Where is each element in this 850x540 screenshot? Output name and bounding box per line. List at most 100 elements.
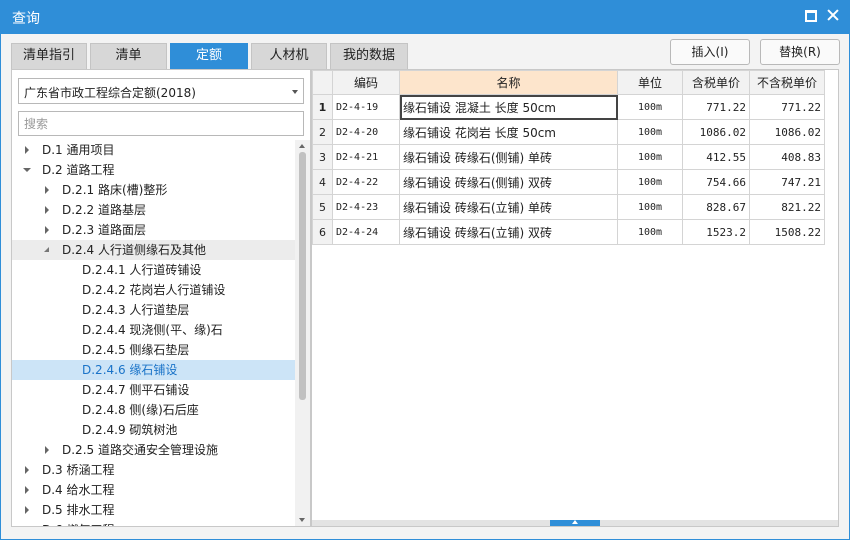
quota-code-cell[interactable]: D2-4-22	[332, 169, 400, 195]
tax-price-cell[interactable]: 828.67	[682, 194, 750, 220]
expand-arrow-icon[interactable]	[22, 500, 32, 520]
unit-cell[interactable]: 100m	[617, 169, 683, 195]
tree-item[interactable]: D.2.1 路床(槽)整形	[12, 180, 295, 200]
notax-price-cell[interactable]: 1086.02	[749, 119, 825, 145]
tree-item[interactable]: D.2.4.2 花岗岩人行道铺设	[12, 280, 295, 300]
expand-arrow-icon[interactable]	[42, 440, 52, 460]
tab-my-data[interactable]: 我的数据	[330, 43, 408, 69]
tree-item[interactable]: D.2.2 道路基层	[12, 200, 295, 220]
tree-item[interactable]: D.2.4.6 缘石铺设	[12, 360, 295, 380]
tree-item[interactable]: D.2.4.7 侧平石铺设	[12, 380, 295, 400]
tree-item[interactable]: D.2.4.8 侧(缘)石后座	[12, 400, 295, 420]
expand-arrow-icon[interactable]	[22, 480, 32, 500]
row-number[interactable]: 6	[312, 219, 333, 245]
tax-price-cell[interactable]: 754.66	[682, 169, 750, 195]
chevron-up-icon[interactable]	[550, 520, 600, 526]
column-header-code[interactable]: 编码	[332, 70, 400, 95]
column-header-unit[interactable]: 单位	[617, 70, 683, 95]
insert-button[interactable]: 插入(I)	[670, 39, 750, 65]
replace-button[interactable]: 替换(R)	[760, 39, 840, 65]
quota-code-cell[interactable]: D2-4-20	[332, 119, 400, 145]
notax-price-cell[interactable]: 747.21	[749, 169, 825, 195]
grid-splitter[interactable]	[312, 520, 838, 526]
notax-price-cell[interactable]: 771.22	[749, 94, 825, 120]
quota-name-cell[interactable]: 缘石铺设 砖缘石(侧铺) 单砖	[399, 144, 618, 170]
expand-arrow-icon[interactable]	[42, 220, 52, 240]
tree-item-label: D.3 桥涵工程	[42, 463, 115, 477]
expand-arrow-icon[interactable]	[22, 520, 32, 526]
unit-cell[interactable]: 100m	[617, 119, 683, 145]
scroll-thumb[interactable]	[299, 152, 306, 400]
maximize-icon[interactable]	[803, 8, 817, 22]
notax-price-cell[interactable]: 408.83	[749, 144, 825, 170]
unit-cell[interactable]: 100m	[617, 219, 683, 245]
tab-labor-material-machine[interactable]: 人材机	[251, 43, 327, 69]
quota-name-cell[interactable]: 缘石铺设 混凝土 长度 50cm	[399, 94, 618, 120]
tree-item[interactable]: D.5 排水工程	[12, 500, 295, 520]
notax-price-cell[interactable]: 821.22	[749, 194, 825, 220]
tree-item[interactable]: D.6 燃气工程	[12, 520, 295, 526]
search-input[interactable]	[18, 111, 304, 136]
tree-item[interactable]: D.2.4.1 人行道砖铺设	[12, 260, 295, 280]
expand-arrow-icon[interactable]	[22, 460, 32, 480]
title-bar: 查询	[0, 0, 850, 34]
row-number[interactable]: 5	[312, 194, 333, 220]
scroll-up-icon[interactable]	[299, 144, 305, 148]
column-header-notax-price[interactable]: 不含税单价	[749, 70, 825, 95]
tax-price-cell[interactable]: 1086.02	[682, 119, 750, 145]
collapse-arrow-icon[interactable]	[42, 240, 52, 260]
row-number[interactable]: 1	[312, 94, 333, 120]
tree-scrollbar[interactable]	[295, 140, 310, 526]
row-number[interactable]: 2	[312, 119, 333, 145]
close-icon[interactable]	[826, 8, 840, 22]
collapse-arrow-icon[interactable]	[22, 160, 32, 180]
tree-item[interactable]: D.2.5 道路交通安全管理设施	[12, 440, 295, 460]
scroll-down-icon[interactable]	[299, 518, 305, 522]
table-row[interactable]: 2 D2-4-20 缘石铺设 花岗岩 长度 50cm 100m 1086.02 1086.…	[312, 119, 825, 145]
unit-cell[interactable]: 100m	[617, 194, 683, 220]
table-row[interactable]: 3 D2-4-21 缘石铺设 砖缘石(侧铺) 单砖 100m 412.55 408.83	[312, 144, 825, 170]
tree-item[interactable]: D.2.3 道路面层	[12, 220, 295, 240]
table-row[interactable]: 4 D2-4-22 缘石铺设 砖缘石(侧铺) 双砖 100m 754.66 747.21	[312, 169, 825, 195]
tree-item[interactable]: D.1 通用项目	[12, 140, 295, 160]
quota-name-cell[interactable]: 缘石铺设 砖缘石(立铺) 双砖	[399, 219, 618, 245]
table-row[interactable]: 6 D2-4-24 缘石铺设 砖缘石(立铺) 双砖 100m 1523.2 1508.22	[312, 219, 825, 245]
tree-item[interactable]: D.2.4 人行道侧缘石及其他	[12, 240, 295, 260]
tax-price-cell[interactable]: 771.22	[682, 94, 750, 120]
tree-item[interactable]: D.4 给水工程	[12, 480, 295, 500]
notax-price-cell[interactable]: 1508.22	[749, 219, 825, 245]
column-header-name[interactable]: 名称	[399, 70, 618, 95]
tree-item-label: D.2.4.9 砌筑树池	[82, 423, 178, 437]
row-number[interactable]: 3	[312, 144, 333, 170]
tree-item[interactable]: D.2.4.3 人行道垫层	[12, 300, 295, 320]
tree-item[interactable]: D.2 道路工程	[12, 160, 295, 180]
quota-table-body: 1 D2-4-19 缘石铺设 混凝土 长度 50cm 100m 771.22 771.22…	[312, 94, 825, 245]
tree-item[interactable]: D.2.4.4 现浇侧(平、缘)石	[12, 320, 295, 340]
expand-arrow-icon[interactable]	[42, 180, 52, 200]
tax-price-cell[interactable]: 412.55	[682, 144, 750, 170]
expand-arrow-icon[interactable]	[42, 200, 52, 220]
quota-code-cell[interactable]: D2-4-21	[332, 144, 400, 170]
table-row[interactable]: 1 D2-4-19 缘石铺设 混凝土 长度 50cm 100m 771.22 771.22	[312, 94, 825, 120]
tree-item[interactable]: D.2.4.5 侧缘石垫层	[12, 340, 295, 360]
tab-bill[interactable]: 清单	[90, 43, 167, 69]
unit-cell[interactable]: 100m	[617, 144, 683, 170]
table-row[interactable]: 5 D2-4-23 缘石铺设 砖缘石(立铺) 单砖 100m 828.67 821.22	[312, 194, 825, 220]
tree-item[interactable]: D.3 桥涵工程	[12, 460, 295, 480]
table-header-row: 编码 名称 单位 含税单价 不含税单价	[312, 70, 825, 95]
quota-library-select[interactable]: 广东省市政工程综合定额(2018)	[18, 78, 304, 104]
quota-code-cell[interactable]: D2-4-19	[332, 94, 400, 120]
tax-price-cell[interactable]: 1523.2	[682, 219, 750, 245]
column-header-tax-price[interactable]: 含税单价	[682, 70, 750, 95]
quota-name-cell[interactable]: 缘石铺设 砖缘石(侧铺) 双砖	[399, 169, 618, 195]
unit-cell[interactable]: 100m	[617, 94, 683, 120]
tab-bill-guide[interactable]: 清单指引	[11, 43, 87, 69]
tab-quota[interactable]: 定额	[170, 43, 248, 69]
quota-name-cell[interactable]: 缘石铺设 砖缘石(立铺) 单砖	[399, 194, 618, 220]
row-number[interactable]: 4	[312, 169, 333, 195]
quota-code-cell[interactable]: D2-4-24	[332, 219, 400, 245]
expand-arrow-icon[interactable]	[22, 140, 32, 160]
tree-item[interactable]: D.2.4.9 砌筑树池	[12, 420, 295, 440]
quota-name-cell[interactable]: 缘石铺设 花岗岩 长度 50cm	[399, 119, 618, 145]
quota-code-cell[interactable]: D2-4-23	[332, 194, 400, 220]
